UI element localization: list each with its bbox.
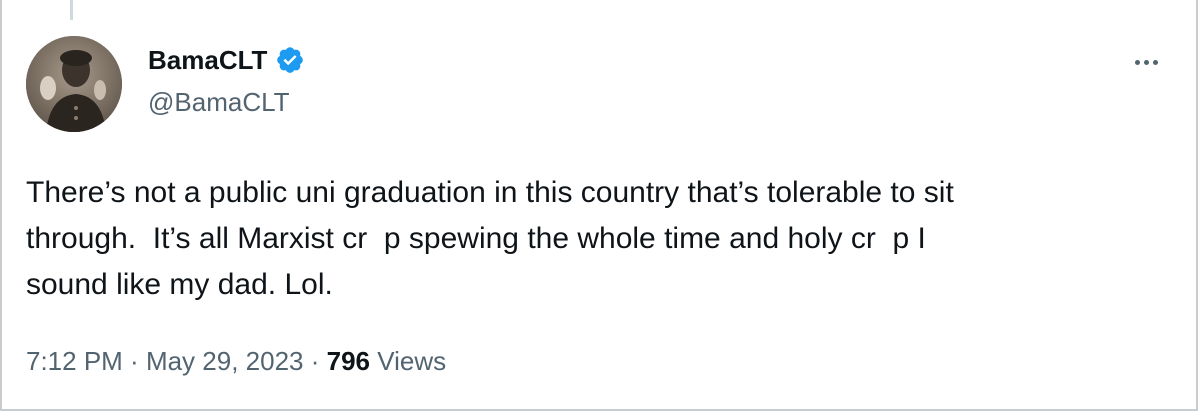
- tweet-text-line: through. It’s all Marxist cr p spewing t…: [26, 222, 926, 255]
- tweet-date[interactable]: May 29, 2023: [146, 346, 304, 376]
- verified-badge-icon[interactable]: [275, 45, 305, 75]
- more-dot: [1134, 59, 1140, 65]
- views-count[interactable]: 796: [327, 346, 370, 376]
- more-dot: [1152, 59, 1158, 65]
- meta-separator: ·: [122, 346, 146, 376]
- meta-separator: ·: [303, 346, 327, 376]
- author-handle[interactable]: @BamaCLT: [148, 86, 290, 118]
- tweet-text: There’s not a public uni graduation in t…: [26, 170, 1166, 308]
- more-dot: [1143, 59, 1149, 65]
- views-label: Views: [370, 346, 447, 376]
- tweet-text-line: sound like my dad. Lol.: [26, 268, 333, 301]
- author-display-name[interactable]: BamaCLT: [148, 44, 267, 76]
- avatar[interactable]: [26, 36, 122, 132]
- tweet-card: BamaCLT @BamaCLT There’s not a public un…: [0, 0, 1198, 411]
- tweet-text-line: There’s not a public uni graduation in t…: [26, 176, 954, 209]
- more-options-icon[interactable]: [1126, 50, 1166, 74]
- tweet-meta: 7:12 PM · May 29, 2023 · 796 Views: [26, 344, 446, 378]
- author-name-row: BamaCLT: [148, 44, 305, 76]
- thread-connector-line: [70, 0, 73, 20]
- avatar-image: [26, 36, 122, 132]
- tweet-time[interactable]: 7:12 PM: [26, 346, 123, 376]
